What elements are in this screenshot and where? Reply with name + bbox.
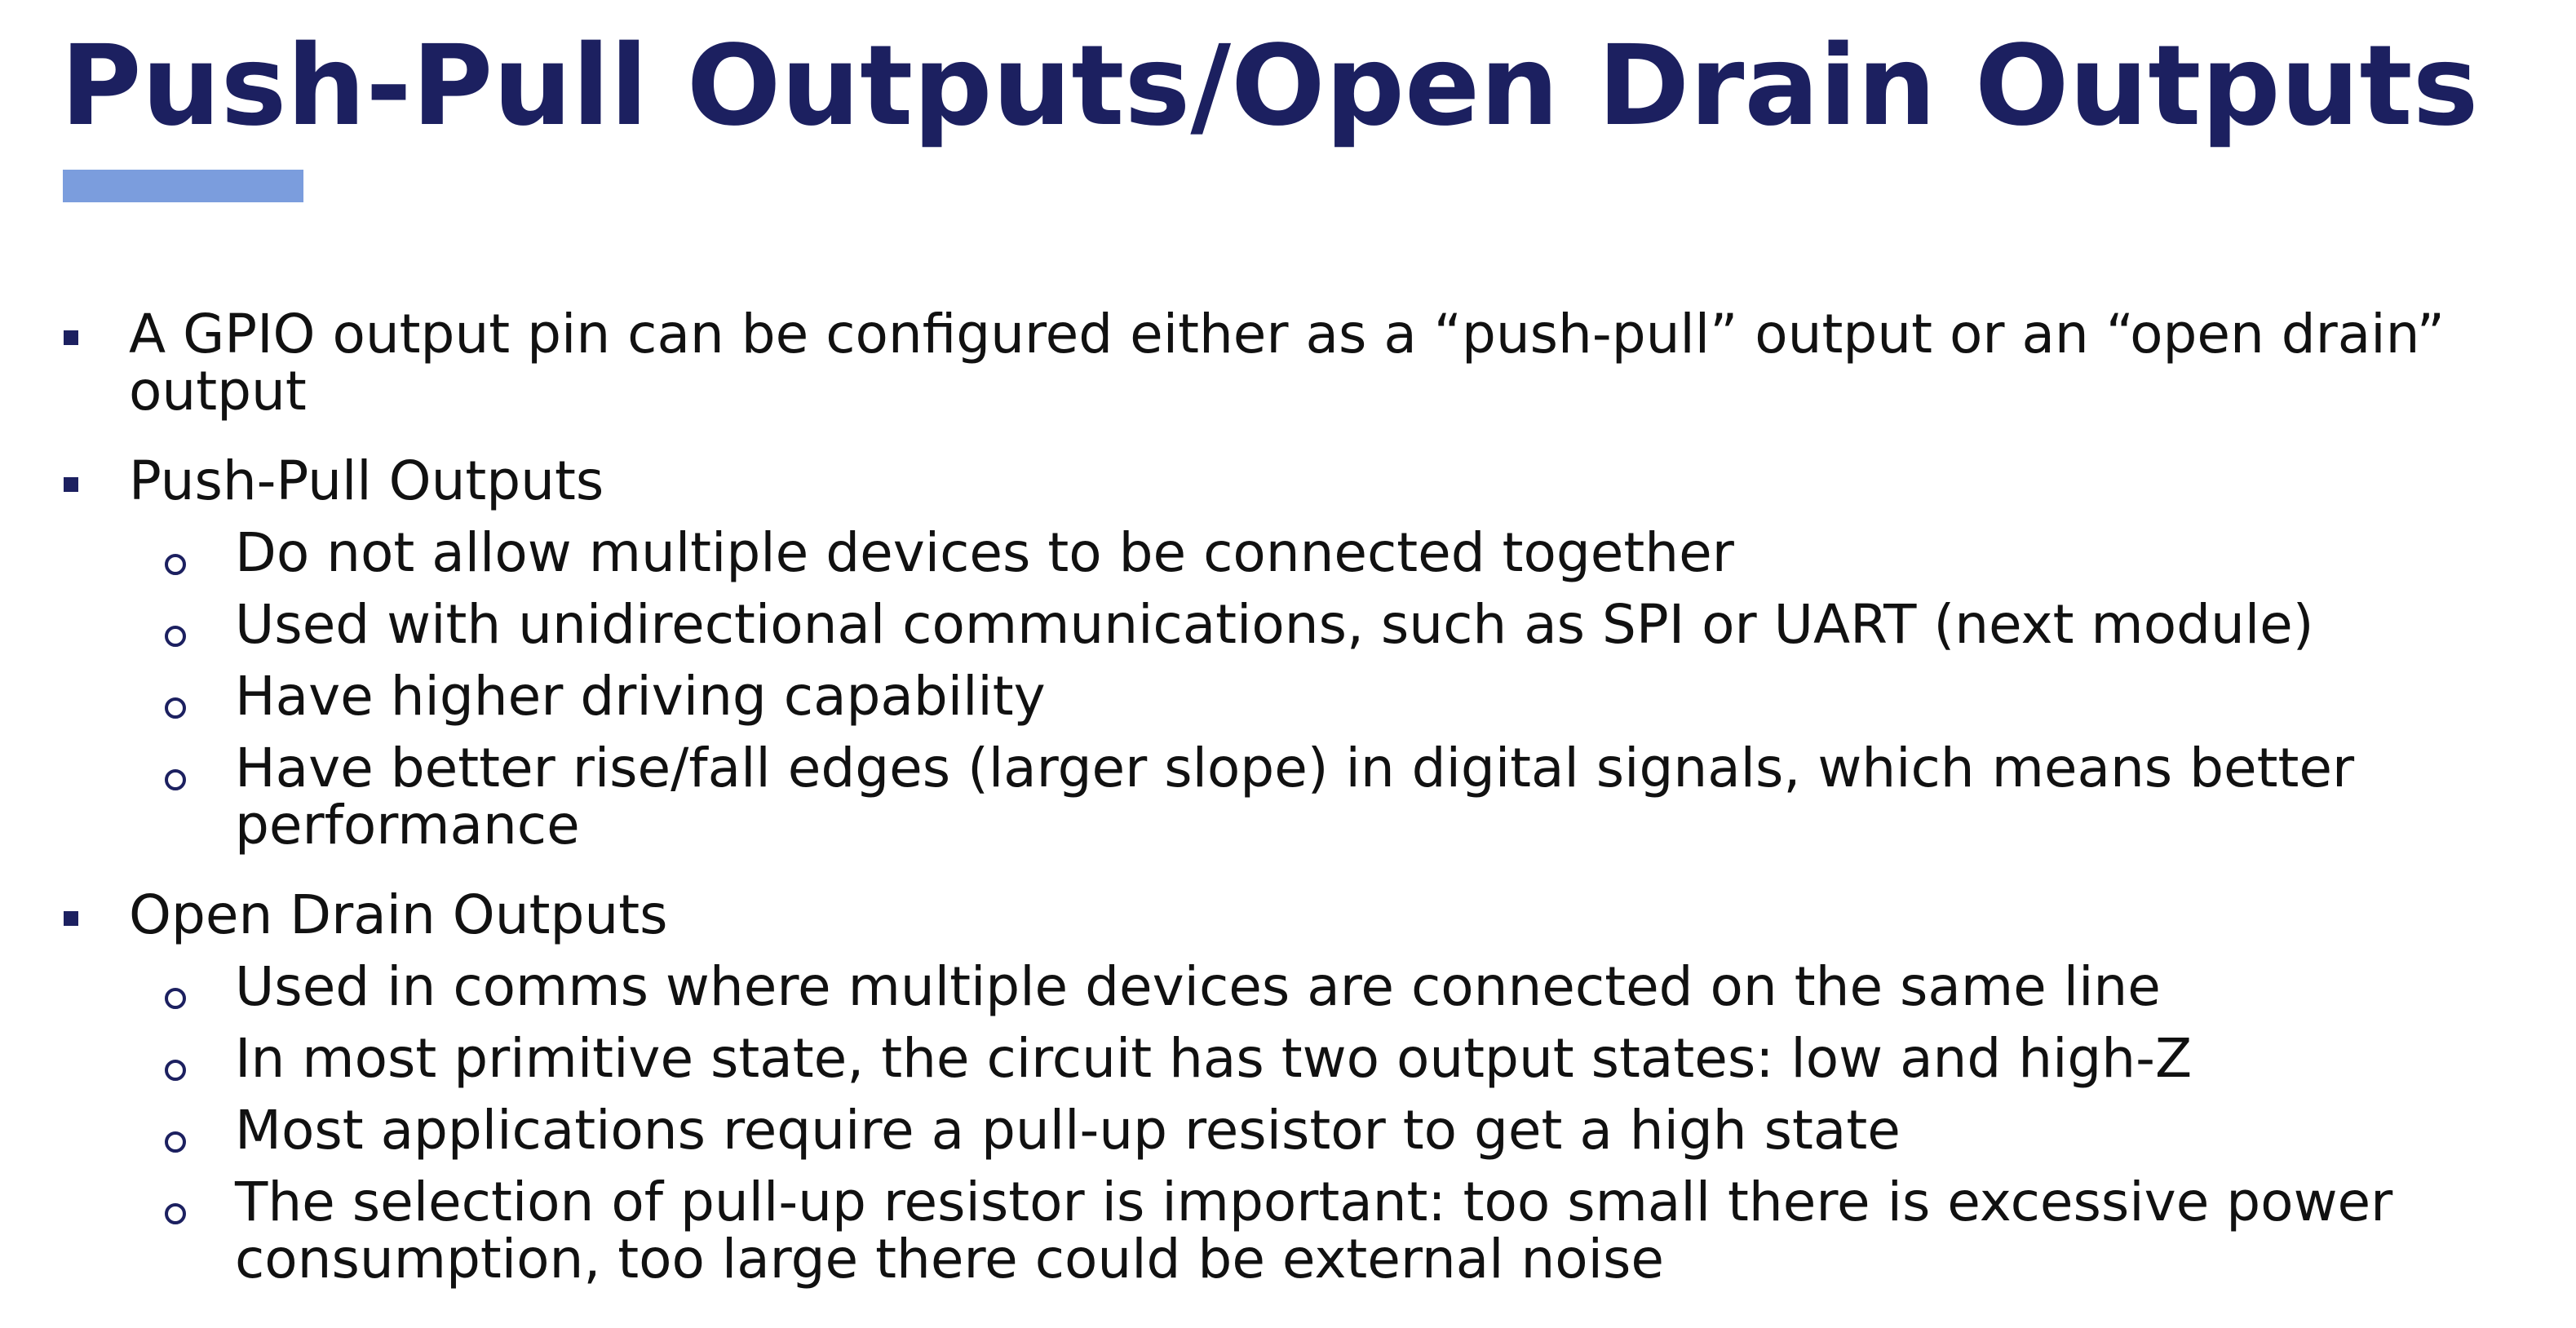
bullet-text: A GPIO output pin can be configured eith… [129, 303, 2445, 423]
circle-bullet-icon [165, 769, 186, 790]
circle-bullet-icon [165, 988, 186, 1009]
bullet-list: A GPIO output pin can be configured eith… [60, 306, 2475, 1288]
sub-bullet-item: Have better rise/fall edges (larger slop… [129, 740, 2475, 854]
sub-bullet-item: Do not allow multiple devices to be conn… [129, 525, 2475, 582]
sub-bullet-item: Most applications require a pull-up resi… [129, 1102, 2475, 1159]
bullet-item: Push-Pull Outputs Do not allow multiple … [60, 453, 2475, 854]
circle-bullet-icon [165, 1060, 186, 1081]
square-bullet-icon [64, 330, 78, 345]
sub-bullet-text: The selection of pull-up resistor is imp… [235, 1171, 2393, 1290]
sub-bullet-text: Do not allow multiple devices to be conn… [235, 521, 1734, 584]
sub-bullet-text: Used in comms where multiple devices are… [235, 955, 2161, 1018]
circle-bullet-icon [165, 1203, 186, 1224]
title-accent-bar [63, 170, 303, 202]
circle-bullet-icon [165, 1131, 186, 1153]
square-bullet-icon [64, 477, 78, 492]
bullet-item: Open Drain Outputs Used in comms where m… [60, 887, 2475, 1288]
slide-content: A GPIO output pin can be configured eith… [60, 306, 2475, 1321]
sub-bullet-item: Used with unidirectional communications,… [129, 596, 2475, 653]
sub-bullet-text: In most primitive state, the circuit has… [235, 1027, 2193, 1090]
bullet-item: A GPIO output pin can be configured eith… [60, 306, 2475, 420]
circle-bullet-icon [165, 626, 186, 647]
sub-bullet-item: The selection of pull-up resistor is imp… [129, 1174, 2475, 1288]
sub-bullet-text: Have higher driving capability [235, 665, 1046, 728]
sub-bullet-text: Used with unidirectional communications,… [235, 593, 2314, 656]
sub-bullet-list: Used in comms where multiple devices are… [129, 958, 2475, 1288]
sub-bullet-item: Have higher driving capability [129, 668, 2475, 725]
bullet-text: Push-Pull Outputs [129, 449, 604, 512]
sub-bullet-list: Do not allow multiple devices to be conn… [129, 525, 2475, 854]
bullet-text: Open Drain Outputs [129, 883, 668, 946]
circle-bullet-icon [165, 554, 186, 575]
circle-bullet-icon [165, 697, 186, 719]
sub-bullet-text: Have better rise/fall edges (larger slop… [235, 737, 2355, 857]
sub-bullet-item: In most primitive state, the circuit has… [129, 1030, 2475, 1087]
sub-bullet-text: Most applications require a pull-up resi… [235, 1099, 1901, 1162]
sub-bullet-item: Used in comms where multiple devices are… [129, 958, 2475, 1016]
square-bullet-icon [64, 911, 78, 926]
slide: Push-Pull Outputs/Open Drain Outputs A G… [0, 0, 2576, 1328]
slide-title: Push-Pull Outputs/Open Drain Outputs [60, 22, 2479, 151]
